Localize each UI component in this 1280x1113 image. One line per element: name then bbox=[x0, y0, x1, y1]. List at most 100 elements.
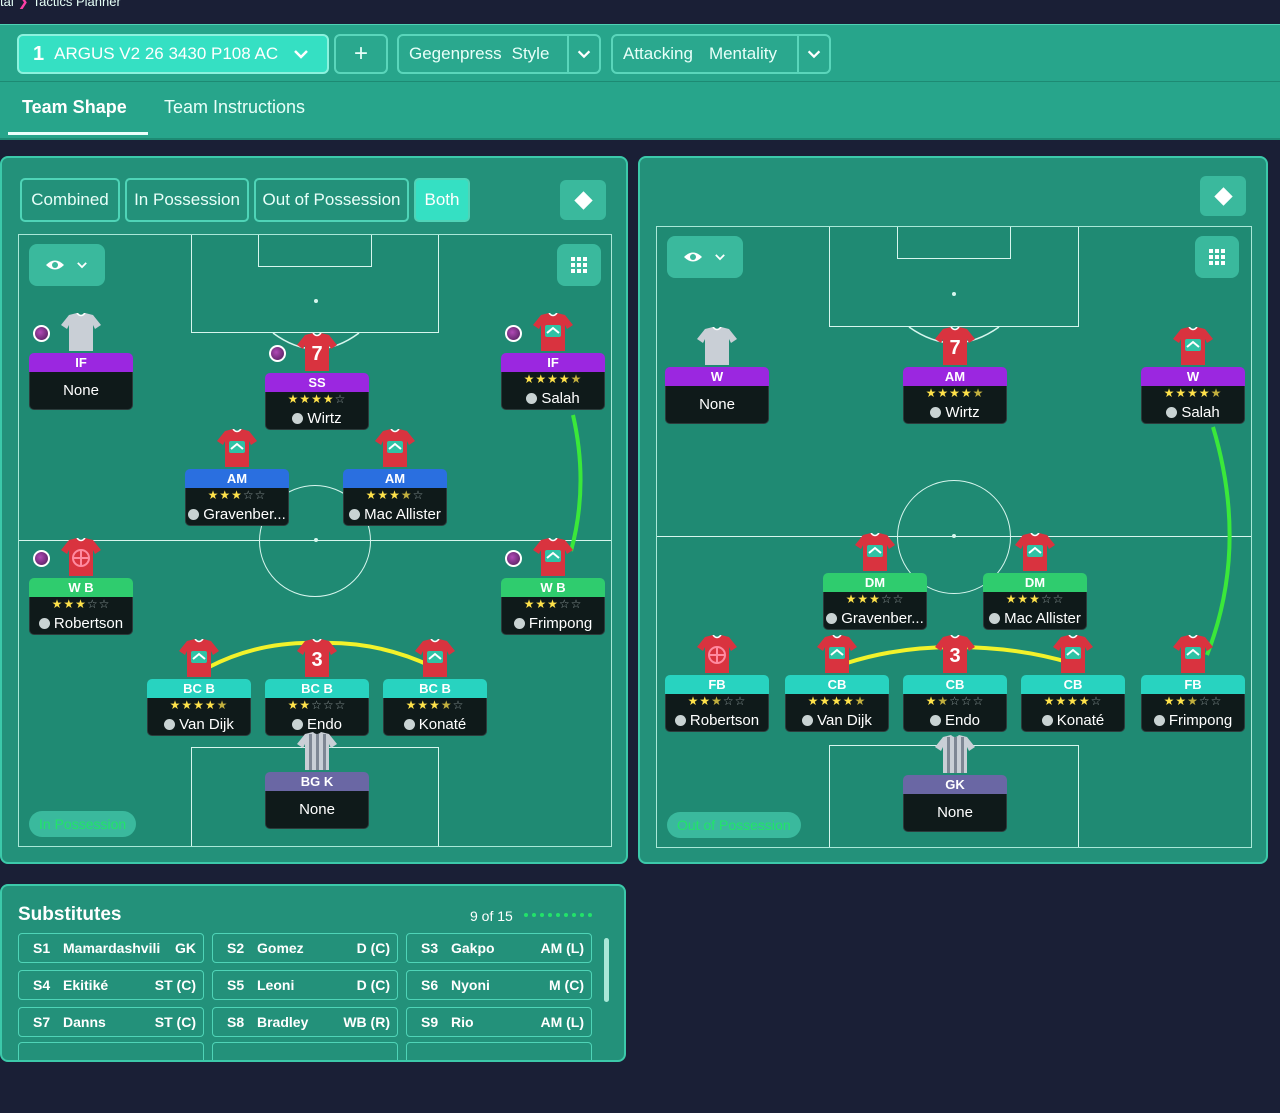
list-item-partial[interactable] bbox=[18, 1042, 204, 1060]
role-duty-icon[interactable] bbox=[505, 550, 522, 567]
player-shirt-icon: 3 bbox=[297, 638, 337, 677]
substitute-position: WB (R) bbox=[343, 1014, 390, 1030]
player-card[interactable]: CB ★★☆☆☆ Endo bbox=[903, 675, 1007, 732]
scrollbar[interactable] bbox=[604, 938, 609, 1002]
player-card[interactable]: W ★★★★★ Salah bbox=[1141, 367, 1245, 424]
grid-view-button[interactable] bbox=[1195, 236, 1239, 278]
view-combined-button[interactable]: Combined bbox=[20, 178, 120, 222]
role-duty-icon[interactable] bbox=[33, 325, 50, 342]
rating-stars: ★★★★☆ bbox=[1043, 694, 1103, 708]
player-card[interactable]: FB ★★★☆☆ Frimpong bbox=[1141, 675, 1245, 732]
grid-view-button[interactable] bbox=[557, 244, 601, 286]
player-name-row: None bbox=[266, 791, 368, 827]
player-name-row: Gravenber... bbox=[186, 503, 288, 525]
svg-text:7: 7 bbox=[949, 337, 960, 359]
visibility-button[interactable] bbox=[667, 236, 743, 278]
diamond-button[interactable] bbox=[560, 180, 606, 220]
tab-team-instructions[interactable]: Team Instructions bbox=[164, 97, 305, 118]
tab-team-shape[interactable]: Team Shape bbox=[22, 97, 127, 118]
substitute-slot: S4 bbox=[33, 977, 51, 993]
role-duty-icon[interactable] bbox=[505, 325, 522, 342]
player-name-row: Van Dijk bbox=[786, 709, 888, 731]
player-card[interactable]: IF ★★★★★ Salah bbox=[501, 353, 605, 410]
person-icon bbox=[826, 612, 838, 624]
tactic-name: ARGUS V2 26 3430 P108 AC bbox=[54, 44, 279, 63]
player-shirt-icon: 7 bbox=[297, 332, 337, 371]
player-card[interactable]: AM ★★★★★ Wirtz bbox=[903, 367, 1007, 424]
player-card[interactable]: CB ★★★★★ Van Dijk bbox=[785, 675, 889, 732]
player-card[interactable]: GK None bbox=[903, 775, 1007, 832]
player-card[interactable]: CB ★★★★☆ Konaté bbox=[1021, 675, 1125, 732]
person-icon bbox=[188, 508, 200, 520]
player-role: DM bbox=[983, 573, 1087, 592]
view-in-possession-button[interactable]: In Possession bbox=[125, 178, 249, 222]
player-card[interactable]: AM ★★★★☆ Mac Allister bbox=[343, 469, 447, 526]
view-out-of-possession-button[interactable]: Out of Possession bbox=[254, 178, 409, 222]
person-icon bbox=[292, 412, 304, 424]
player-card[interactable]: W None bbox=[665, 367, 769, 424]
visibility-button[interactable] bbox=[29, 244, 105, 286]
list-item-partial[interactable] bbox=[406, 1042, 592, 1060]
person-icon bbox=[802, 714, 814, 726]
player-card[interactable]: DM ★★★☆☆ Mac Allister bbox=[983, 573, 1087, 630]
breadcrumb-parent[interactable]: tal bbox=[0, 0, 14, 9]
player-card-body: None bbox=[265, 791, 369, 829]
diamond-button[interactable] bbox=[1200, 176, 1246, 216]
chevron-down-icon[interactable] bbox=[797, 36, 829, 72]
player-card[interactable]: AM ★★★☆☆ Gravenber... bbox=[185, 469, 289, 526]
player-name-row: Wirtz bbox=[904, 401, 1006, 423]
player-card[interactable]: IF None bbox=[29, 353, 133, 410]
player-card[interactable]: BC B ★★★★☆ Konaté bbox=[383, 679, 487, 736]
pitch-out-of-possession: Out of Possession W None 7 AM ★★★★★ Wirtz W ★★★… bbox=[656, 226, 1252, 848]
player-card[interactable]: SS ★★★★☆ Wirtz bbox=[265, 373, 369, 430]
rating-stars: ★★★★★ bbox=[523, 372, 583, 386]
player-card-body: ★★★★☆ Konaté bbox=[1021, 694, 1125, 732]
substitute-slot: S7 bbox=[33, 1014, 51, 1030]
tactic-selector[interactable]: 1 ARGUS V2 26 3430 P108 AC bbox=[17, 34, 329, 74]
substitute-item[interactable]: S8 Bradley WB (R) bbox=[212, 1007, 398, 1037]
player-role: BC B bbox=[383, 679, 487, 698]
player-name: None bbox=[699, 395, 735, 413]
substitute-item[interactable]: S9 Rio AM (L) bbox=[406, 1007, 592, 1037]
substitute-item[interactable]: S4 Ekitiké ST (C) bbox=[18, 970, 204, 1000]
substitute-item[interactable]: S7 Danns ST (C) bbox=[18, 1007, 204, 1037]
view-both-button[interactable]: Both bbox=[414, 178, 470, 222]
substitute-item[interactable]: S5 Leoni D (C) bbox=[212, 970, 398, 1000]
substitute-position: AM (L) bbox=[540, 1014, 584, 1030]
player-shirt-icon bbox=[817, 634, 857, 673]
player-name-row: Konaté bbox=[1022, 709, 1124, 731]
player-name-row: Mac Allister bbox=[984, 607, 1086, 629]
person-icon bbox=[1153, 714, 1165, 726]
player-name-row: Wirtz bbox=[266, 407, 368, 429]
substitute-item[interactable]: S6 Nyoni M (C) bbox=[406, 970, 592, 1000]
player-link-line bbox=[1205, 426, 1232, 656]
player-name: Frimpong bbox=[1168, 711, 1233, 729]
player-shirt-icon bbox=[533, 537, 573, 576]
player-card[interactable]: W B ★★★☆☆ Frimpong bbox=[501, 578, 605, 635]
pitch-spot bbox=[952, 534, 956, 538]
player-card[interactable]: BG K None bbox=[265, 772, 369, 829]
player-card[interactable]: FB ★★★☆☆ Robertson bbox=[665, 675, 769, 732]
add-tactic-button[interactable]: + bbox=[334, 34, 388, 74]
substitute-position: ST (C) bbox=[154, 1014, 196, 1030]
player-card[interactable]: W B ★★★☆☆ Robertson bbox=[29, 578, 133, 635]
substitute-item[interactable]: S3 Gakpo AM (L) bbox=[406, 933, 592, 963]
role-duty-icon[interactable] bbox=[269, 345, 286, 362]
chevron-down-icon[interactable] bbox=[567, 36, 599, 72]
style-selector[interactable]: Gegenpress Style bbox=[397, 34, 601, 74]
substitute-item[interactable]: S2 Gomez D (C) bbox=[212, 933, 398, 963]
player-card[interactable]: BC B ★★☆☆☆ Endo bbox=[265, 679, 369, 736]
player-card[interactable]: BC B ★★★★★ Van Dijk bbox=[147, 679, 251, 736]
player-shirt-icon bbox=[935, 735, 975, 773]
player-card[interactable]: DM ★★★☆☆ Gravenber... bbox=[823, 573, 927, 630]
tab-bar: Team Shape Team Instructions bbox=[0, 82, 1280, 140]
substitute-name: Mamardashvili bbox=[63, 940, 161, 956]
player-role: W B bbox=[501, 578, 605, 597]
mentality-selector[interactable]: Attacking Mentality bbox=[611, 34, 831, 74]
list-item-partial[interactable] bbox=[212, 1042, 398, 1060]
player-name-row: None bbox=[904, 794, 1006, 830]
substitute-item[interactable]: S1 Mamardashvili GK bbox=[18, 933, 204, 963]
player-name-row: Mac Allister bbox=[344, 503, 446, 525]
role-duty-icon[interactable] bbox=[33, 550, 50, 567]
player-role: W B bbox=[29, 578, 133, 597]
